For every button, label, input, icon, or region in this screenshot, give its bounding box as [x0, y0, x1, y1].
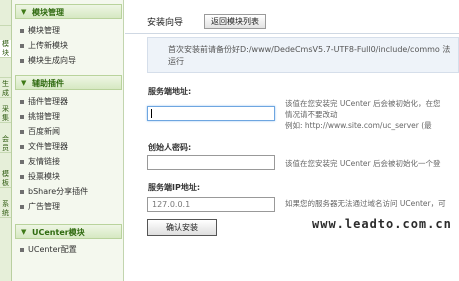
section-header-module-manage[interactable]: ▼ 模块管理 — [15, 4, 122, 19]
server-url-hint-line-1: 该值在您安装完 UCenter 后会被初始化，在您 — [285, 99, 441, 108]
strip-tab-generate[interactable]: 生成 — [0, 80, 11, 98]
server-url-hint-line-3: 例如: http://www.site.com/uc_server (最 — [285, 121, 432, 130]
page-title: 安装向导 — [147, 18, 184, 28]
info-text: 首次安装前请备份好D:/www/DedeCmsV5.7-UTF8-Full0/i… — [168, 45, 451, 66]
bullet-icon — [20, 43, 24, 48]
sidebar-item-module-wizard[interactable]: 模块生成向导 — [20, 55, 76, 67]
founder-password-input[interactable] — [147, 155, 275, 170]
bullet-icon — [20, 58, 24, 63]
sidebar-item-file-manager[interactable]: 文件管理器 — [20, 141, 68, 153]
bullet-icon — [20, 174, 24, 179]
sidebar-item-module-manage[interactable]: 模块管理 — [20, 25, 60, 37]
collapse-triangle-icon: ▼ — [21, 8, 27, 16]
sidebar: ▼ 模块管理 模块管理 上传新模块 模块生成向导 ▼ 辅助插件 插件管理器 挑错… — [12, 0, 124, 281]
server-url-hint-line-2: 情况请不要改动 — [285, 110, 338, 119]
sidebar-item-bshare-plugin[interactable]: bShare分享插件 — [20, 186, 88, 198]
strip-tab-collect[interactable]: 采集 — [0, 105, 11, 123]
founder-password-label: 创始人密码: — [148, 143, 192, 152]
bullet-icon — [20, 28, 24, 33]
sidebar-item-plugin-manager[interactable]: 插件管理器 — [20, 96, 68, 108]
server-ip-label: 服务端IP地址: — [148, 183, 201, 192]
back-to-module-list-button[interactable]: 返回模块列表 — [204, 14, 266, 29]
bullet-icon — [20, 144, 24, 149]
server-url-input[interactable] — [147, 106, 275, 121]
module-strip: 模块 生成 采集 会员 模板 系统 — [0, 0, 12, 281]
strip-tab-member[interactable]: 会员 — [0, 135, 11, 153]
watermark: www.leadto.com.cn — [312, 217, 452, 231]
text-cursor — [151, 109, 152, 118]
bullet-icon — [20, 99, 24, 104]
strip-tab-0[interactable] — [0, 8, 11, 26]
strip-tab-module[interactable]: 模块 — [0, 40, 11, 58]
bullet-icon — [20, 159, 24, 164]
sidebar-item-ad-manage[interactable]: 广告管理 — [20, 201, 60, 213]
section-header-ucenter[interactable]: ▼ UCenter模块 — [15, 224, 122, 239]
divider — [125, 33, 459, 34]
sidebar-item-upload-module[interactable]: 上传新模块 — [20, 40, 68, 52]
server-url-label: 服务端地址: — [148, 87, 192, 96]
bullet-icon — [20, 247, 24, 252]
section-header-plugins[interactable]: ▼ 辅助插件 — [15, 75, 122, 90]
bullet-icon — [20, 189, 24, 194]
collapse-triangle-icon: ▼ — [21, 228, 27, 236]
founder-password-hint: 该值在您安装完 UCenter 后会被初始化一个登 — [285, 159, 441, 168]
confirm-install-button[interactable]: 确认安装 — [147, 219, 217, 236]
sidebar-item-friend-links[interactable]: 友情链接 — [20, 156, 60, 168]
sidebar-item-vote-module[interactable]: 投票模块 — [20, 171, 60, 183]
main-content: 安装向导 返回模块列表 首次安装前请备份好D:/www/DedeCmsV5.7-… — [125, 0, 459, 281]
server-ip-input[interactable]: 127.0.0.1 — [147, 197, 275, 212]
server-ip-hint: 如果您的服务器无法通过域名访问 UCenter，可 — [285, 199, 446, 208]
bullet-icon — [20, 114, 24, 119]
sidebar-item-error-manage[interactable]: 挑错管理 — [20, 111, 60, 123]
strip-tab-system[interactable]: 系统 — [0, 200, 11, 218]
strip-tab-template[interactable]: 模板 — [0, 170, 11, 188]
bullet-icon — [20, 129, 24, 134]
bullet-icon — [20, 204, 24, 209]
strip-tab-2[interactable] — [0, 60, 11, 78]
info-box: 首次安装前请备份好D:/www/DedeCmsV5.7-UTF8-Full0/i… — [147, 37, 459, 73]
sidebar-item-baidu-news[interactable]: 百度新闻 — [20, 126, 60, 138]
collapse-triangle-icon: ▼ — [21, 79, 27, 87]
sidebar-item-ucenter-config[interactable]: UCenter配置 — [20, 244, 77, 256]
